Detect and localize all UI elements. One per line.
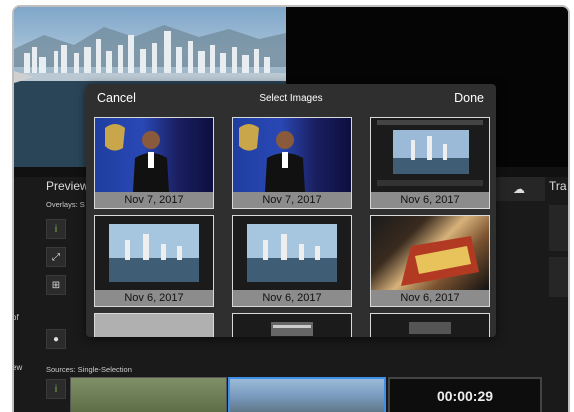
info-icon[interactable]: i <box>46 219 66 239</box>
edge-text-ew: ew <box>12 363 23 372</box>
cloud-upload-icon: ☁ <box>513 182 525 196</box>
image-thumbnail <box>371 314 489 337</box>
image-thumbnail <box>233 314 351 337</box>
edge-text-of: of <box>12 313 19 322</box>
source-thumbnail-timer[interactable]: 00:00:29 <box>388 377 542 412</box>
image-date: Nov 6, 2017 <box>371 192 489 208</box>
image-date: Nov 7, 2017 <box>233 192 351 208</box>
image-thumbnail <box>233 118 351 192</box>
image-tile[interactable]: Nov 6, 2017 <box>370 215 490 307</box>
preview-label: Preview <box>46 179 89 193</box>
image-tile[interactable]: Nov 7, 2017 <box>94 117 214 209</box>
source-thumbnail[interactable] <box>70 377 227 412</box>
image-thumbnail <box>371 216 489 290</box>
image-thumbnail <box>95 118 213 192</box>
resize-icon[interactable]: ⤢ <box>46 247 66 267</box>
image-tile[interactable]: Nov 6, 2017 <box>370 117 490 209</box>
image-thumbnail <box>233 216 351 290</box>
transition-option[interactable] <box>549 205 568 251</box>
image-date: Nov 6, 2017 <box>95 290 213 306</box>
image-tile[interactable] <box>370 313 490 337</box>
image-tile[interactable] <box>232 313 352 337</box>
image-tile[interactable]: Nov 6, 2017 <box>94 215 214 307</box>
image-tile[interactable]: Nov 6, 2017 <box>232 215 352 307</box>
image-tile[interactable] <box>94 313 214 337</box>
image-thumbnail <box>371 118 489 192</box>
image-date: Nov 6, 2017 <box>233 290 351 306</box>
timer-text: 00:00:29 <box>436 388 494 404</box>
layout-icon[interactable]: ⊞ <box>46 275 66 295</box>
image-tile[interactable]: Nov 7, 2017 <box>232 117 352 209</box>
source-info-icon[interactable]: i <box>46 379 66 399</box>
dialog-title: Select Images <box>259 93 323 104</box>
dialog-header: Cancel Select Images Done <box>86 84 496 112</box>
transitions-label: Tra <box>549 179 567 193</box>
image-date: Nov 7, 2017 <box>95 192 213 208</box>
source-thumbnail-selected[interactable] <box>228 377 386 412</box>
transition-option[interactable] <box>549 257 568 297</box>
cloud-upload-button[interactable]: ☁ <box>493 177 545 201</box>
image-date: Nov 6, 2017 <box>371 290 489 306</box>
image-thumbnail <box>95 216 213 290</box>
overlays-label: Overlays: S <box>46 200 85 209</box>
image-thumbnail <box>95 314 213 337</box>
done-button[interactable]: Done <box>454 91 484 105</box>
sources-label: Sources: Single-Selection <box>46 365 132 374</box>
fill-icon[interactable]: ● <box>46 329 66 349</box>
select-images-dialog: Cancel Select Images Done Nov 7, 2017 No… <box>86 84 496 337</box>
